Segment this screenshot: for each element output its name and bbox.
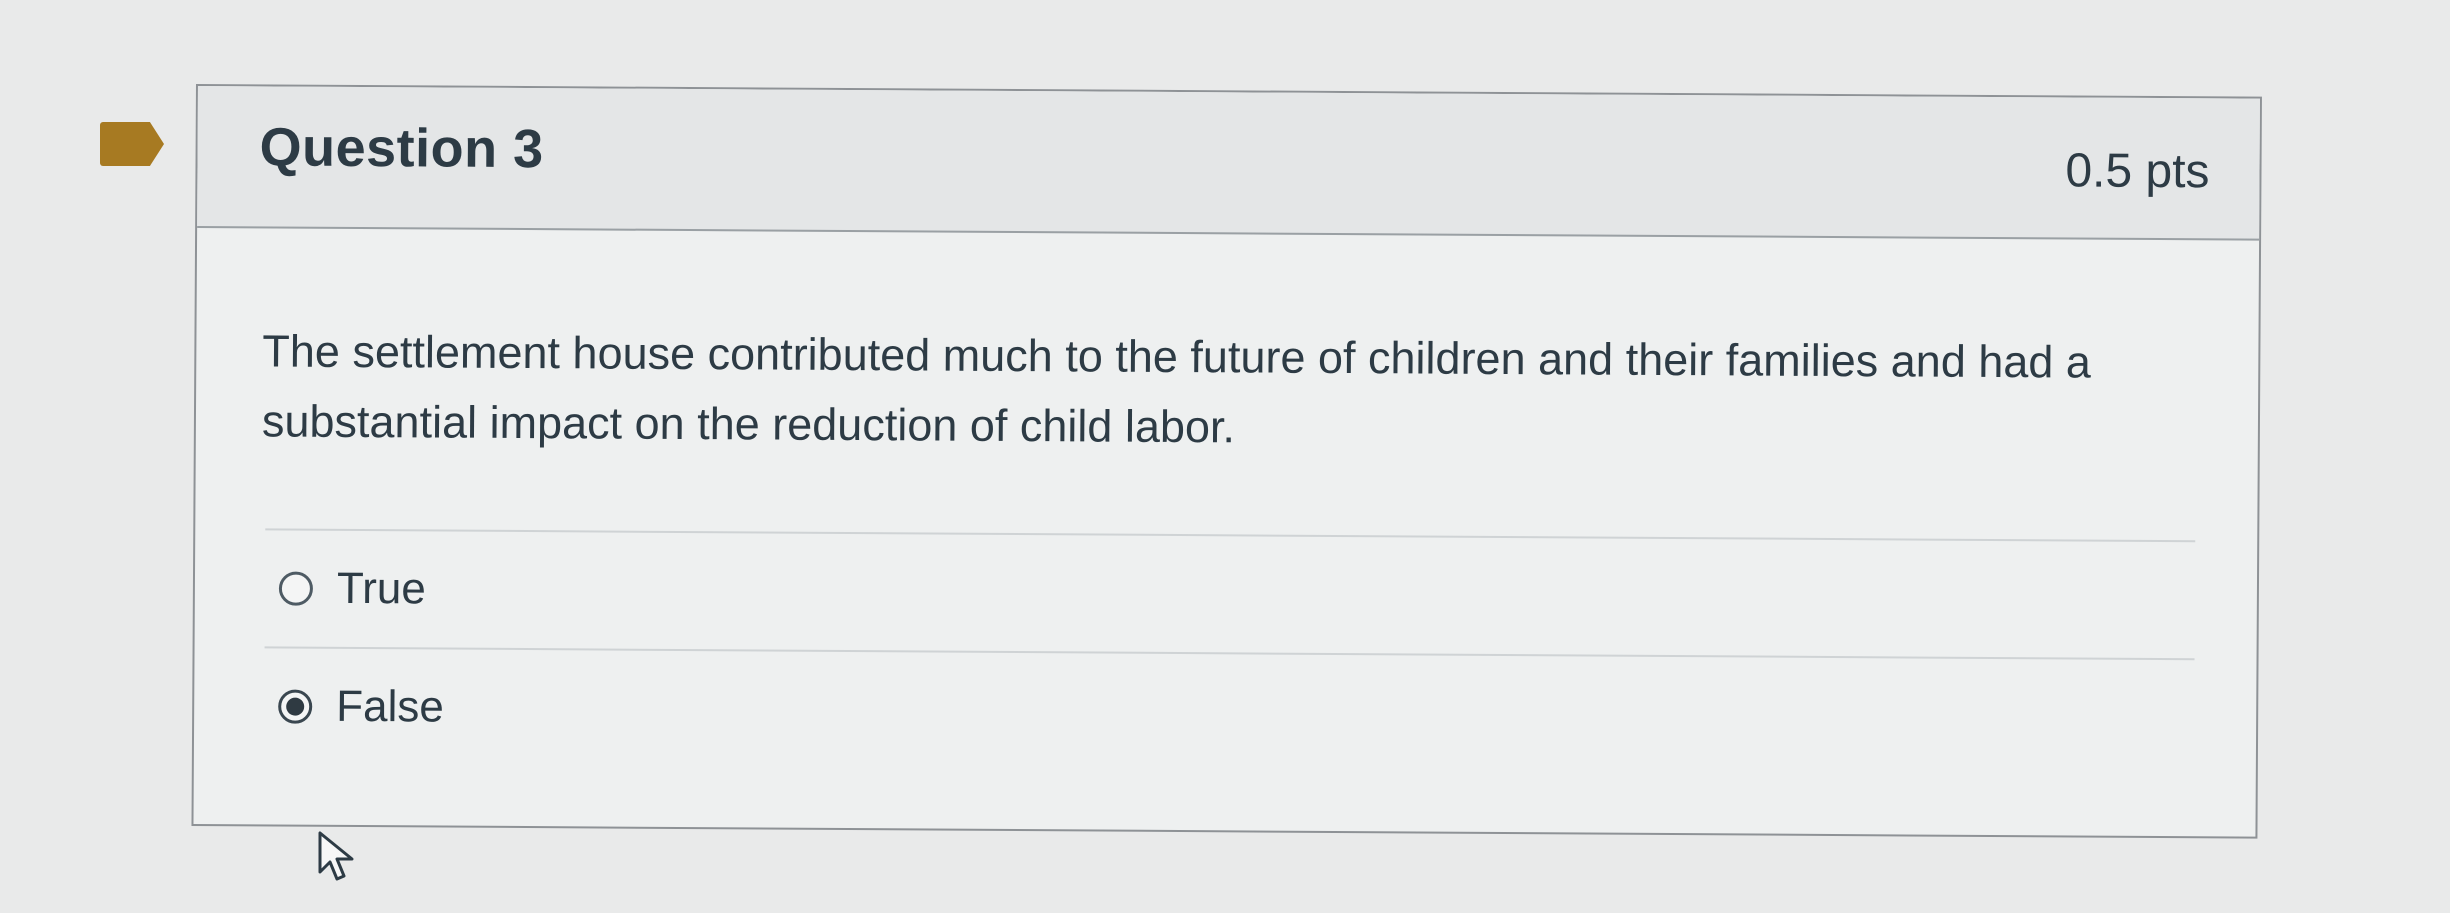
question-body: The settlement house contributed much to… bbox=[193, 228, 2259, 837]
answer-label-false: False bbox=[336, 681, 444, 732]
mouse-pointer-icon bbox=[318, 831, 354, 881]
flag-question-icon[interactable] bbox=[100, 122, 164, 166]
question-points: 0.5 pts bbox=[2065, 144, 2210, 199]
answer-label-true: True bbox=[336, 563, 426, 614]
question-card: Question 3 0.5 pts The settlement house … bbox=[191, 84, 2262, 839]
answer-option-true[interactable]: True bbox=[264, 528, 2196, 659]
answer-option-false[interactable]: False bbox=[263, 646, 2195, 777]
question-header: Question 3 0.5 pts bbox=[197, 86, 2260, 241]
question-title: Question 3 bbox=[259, 117, 544, 180]
question-text: The settlement house contributed much to… bbox=[261, 325, 2092, 453]
answer-list: True False bbox=[263, 528, 2196, 777]
radio-button-false[interactable] bbox=[278, 689, 313, 724]
radio-button-true[interactable] bbox=[278, 571, 314, 606]
